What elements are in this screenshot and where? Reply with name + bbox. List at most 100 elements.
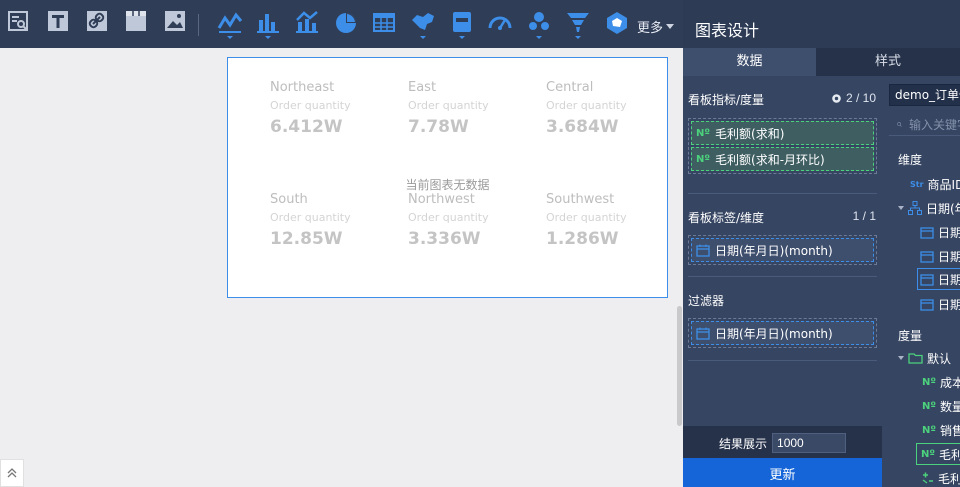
kpi-subtitle: Order quantity — [408, 211, 489, 224]
more-label: 更多 — [637, 21, 664, 36]
kpi-chart-icon[interactable] — [449, 10, 475, 40]
filter-pill-label: 日期(年月日)(month) — [715, 326, 833, 341]
measure-pill[interactable]: Nº 毛利额(求和-月环比) — [691, 147, 874, 171]
field-label: 数量 — [940, 399, 960, 414]
more-charts-button[interactable]: 更多 — [637, 17, 675, 36]
panel-tabs: 数据 样式 — [683, 48, 960, 76]
config-column: 看板指标/度量 2 / 10 Nº 毛利额(求和) Nº 毛利额(求和-月环比)… — [683, 76, 882, 487]
field-list-column: demo_订单信息 输入关键字 维度 Str 商品ID 日期(年月日) 日期 日… — [882, 76, 960, 487]
dashboard-canvas[interactable]: Northeast Order quantity 6.412W East Ord… — [0, 48, 683, 487]
kpi-name: East — [408, 80, 437, 95]
field-label: 日期(年月日) — [926, 201, 960, 216]
chevron-down-icon — [666, 24, 675, 29]
number-type-icon: Nº — [921, 448, 936, 460]
dimension-pill-label: 日期(年月日)(month) — [715, 243, 833, 258]
field-label: 日期 — [938, 297, 960, 312]
table-chart-icon[interactable] — [371, 10, 397, 40]
field-item[interactable]: 日期 — [920, 246, 960, 266]
field-item[interactable]: Nº 数量 — [922, 396, 960, 416]
radar-chart-icon[interactable] — [604, 10, 630, 40]
dimension-pill[interactable]: 日期(年月日)(month) — [691, 238, 874, 262]
field-item[interactable]: Str 商品ID — [910, 174, 960, 194]
dimensions-section-title: 看板标签/维度 — [688, 211, 765, 225]
kpi-name: Northeast — [270, 80, 335, 95]
calendar-icon — [920, 298, 934, 311]
field-label: 日期 — [938, 249, 960, 264]
tab-icon[interactable] — [123, 10, 149, 40]
kpi-east: East Order quantity 7.78W — [408, 80, 538, 137]
pie-chart-icon[interactable] — [333, 10, 359, 40]
dimensions-count: 1 / 1 — [852, 209, 876, 223]
gauge-chart-icon[interactable] — [487, 10, 513, 40]
result-limit-input[interactable] — [772, 433, 847, 453]
map-chart-icon[interactable] — [410, 10, 436, 40]
kpi-value: 3.336W — [408, 229, 481, 249]
kpi-southwest: Southwest Order quantity 1.286W — [546, 192, 676, 249]
link-icon[interactable] — [84, 10, 110, 40]
collapse-up-icon[interactable] — [0, 459, 24, 487]
tab-data[interactable]: 数据 — [683, 48, 816, 76]
measures-dropzone[interactable]: Nº 毛利额(求和) Nº 毛利额(求和-月环比) — [688, 118, 877, 174]
line-chart-icon[interactable] — [217, 10, 243, 40]
field-label: 日期 — [938, 225, 960, 240]
field-item[interactable]: 毛利 — [922, 468, 960, 487]
kpi-south: South Order quantity 12.85W — [270, 192, 400, 249]
kpi-name: Central — [546, 80, 594, 95]
number-type-icon: Nº — [696, 153, 711, 165]
field-item[interactable]: 日期 — [920, 222, 960, 242]
measure-pill[interactable]: Nº 毛利额(求和) — [691, 121, 874, 145]
toolbar-separator — [198, 14, 199, 36]
funnel-chart-icon[interactable] — [565, 10, 591, 40]
field-hierarchy[interactable]: 日期(年月日) — [898, 198, 960, 218]
measures-count: 2 / 10 — [831, 91, 876, 105]
calendar-icon — [920, 250, 934, 263]
field-item[interactable]: Nº 成本 — [922, 372, 960, 392]
calculated-field-icon — [922, 472, 933, 484]
filters-dropzone[interactable]: 日期(年月日)(month) — [688, 318, 877, 348]
field-item-selected[interactable]: Nº 毛利额 — [915, 443, 960, 465]
kpi-subtitle: Order quantity — [270, 211, 351, 224]
field-label: 成本 — [940, 375, 960, 390]
expand-triangle-icon[interactable] — [898, 206, 904, 210]
result-row: 结果展示 — [683, 426, 882, 460]
field-item[interactable]: Nº 销售额 — [922, 420, 960, 440]
measure-pill-label: 毛利额(求和) — [715, 126, 785, 141]
field-label: 毛利额 — [939, 447, 960, 462]
filter-pill[interactable]: 日期(年月日)(month) — [691, 321, 874, 345]
calendar-icon — [696, 244, 710, 257]
kpi-subtitle: Order quantity — [546, 99, 627, 112]
kpi-value: 1.286W — [546, 229, 619, 249]
combo-chart-icon[interactable] — [294, 10, 320, 40]
field-item[interactable]: 日期 — [920, 294, 960, 314]
tab-style[interactable]: 样式 — [816, 48, 960, 76]
filters-section-title: 过滤器 — [688, 294, 725, 308]
no-data-message: 当前图表无数据 — [405, 178, 490, 192]
field-label: 日期 — [938, 272, 960, 287]
panel-title: 图表设计 — [695, 21, 760, 40]
calendar-icon — [920, 226, 934, 239]
scatter-chart-icon[interactable] — [526, 10, 552, 40]
kpi-central: Central Order quantity 3.684W — [546, 80, 676, 137]
gear-icon[interactable] — [831, 93, 842, 104]
text-icon[interactable] — [45, 10, 71, 40]
search-icon — [897, 122, 902, 127]
expand-triangle-icon[interactable] — [898, 356, 904, 360]
datasource-select[interactable]: demo_订单信息 — [889, 84, 960, 106]
update-button[interactable]: 更新 — [683, 458, 882, 487]
canvas-scrollbar[interactable] — [677, 306, 682, 426]
divider — [688, 276, 877, 277]
hierarchy-icon — [908, 201, 922, 215]
dimensions-dropzone[interactable]: 日期(年月日)(month) — [688, 235, 877, 265]
bar-chart-icon[interactable] — [255, 10, 281, 40]
measure-folder[interactable]: 默认 — [898, 348, 951, 368]
image-icon[interactable] — [162, 10, 188, 40]
kpi-subtitle: Order quantity — [408, 99, 489, 112]
kpi-subtitle: Order quantity — [270, 99, 351, 112]
divider — [688, 193, 877, 194]
kpi-chart-card[interactable]: Northeast Order quantity 6.412W East Ord… — [227, 57, 668, 298]
field-item-selected[interactable]: 日期 — [916, 268, 960, 290]
query-table-icon[interactable] — [5, 10, 31, 40]
field-search-input[interactable]: 输入关键字 — [889, 114, 960, 136]
result-label: 结果展示 — [719, 436, 768, 451]
search-placeholder: 输入关键字 — [908, 118, 960, 132]
